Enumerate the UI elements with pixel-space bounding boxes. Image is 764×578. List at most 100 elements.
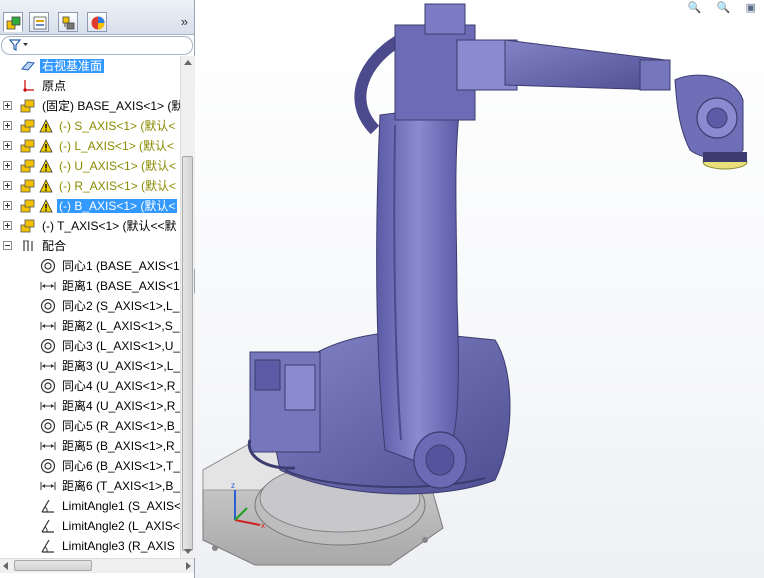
concentric-icon <box>40 298 56 314</box>
tree-item-label: 距离3 (U_AXIS<1>,L_ <box>62 359 180 373</box>
tree-item[interactable]: 右视基准面 <box>0 56 180 76</box>
part-icon <box>20 138 36 154</box>
part-icon <box>20 98 36 114</box>
expand-icon[interactable] <box>3 201 12 210</box>
tree-item-label: (-) S_AXIS<1> (默认< <box>59 119 176 133</box>
vertical-scroll-thumb[interactable] <box>182 156 193 551</box>
tree-item[interactable]: 距离4 (U_AXIS<1>,R_ <box>0 396 180 416</box>
tree-item[interactable]: (-) B_AXIS<1> (默认< <box>0 196 180 216</box>
expand-icon[interactable] <box>3 221 12 230</box>
expand-icon[interactable] <box>3 101 12 110</box>
display-manager-tab[interactable] <box>87 12 107 32</box>
t-axis-flange[interactable] <box>702 152 748 170</box>
tree-item[interactable]: (-) S_AXIS<1> (默认< <box>0 116 180 136</box>
distance-icon <box>40 478 56 494</box>
tree-item[interactable]: 同心1 (BASE_AXIS<1 <box>0 256 180 276</box>
part-icon <box>20 118 36 134</box>
concentric-icon <box>40 418 56 434</box>
tree-item-label: (-) B_AXIS<1> (默认< <box>57 199 178 213</box>
u-axis-housing[interactable] <box>394 3 518 121</box>
collapse-icon[interactable] <box>3 241 12 250</box>
tree-item-label: LimitAngle1 (S_AXIS< <box>62 499 180 513</box>
warning-icon <box>39 179 55 195</box>
angle-icon <box>40 498 56 514</box>
origin-icon <box>20 78 36 94</box>
feature-tree: 右视基准面原点 (固定) BASE_AXIS<1> (默 (-) S_AXIS<1>… <box>0 56 180 558</box>
expand-icon[interactable] <box>3 181 12 190</box>
tree-item[interactable]: LimitAngle2 (L_AXIS< <box>0 516 180 536</box>
tree-item[interactable]: 距离2 (L_AXIS<1>,S_ <box>0 316 180 336</box>
warning-icon <box>39 199 55 215</box>
plane-icon <box>20 58 36 74</box>
tree-item-label: 同心2 (S_AXIS<1>,L_ <box>62 299 180 313</box>
tree-vertical-scrollbar[interactable] <box>180 56 195 558</box>
concentric-icon <box>40 338 56 354</box>
expand-icon[interactable] <box>3 121 12 130</box>
distance-icon <box>40 358 56 374</box>
tree-item[interactable]: 同心5 (R_AXIS<1>,B_ <box>0 416 180 436</box>
tree-item[interactable]: 距离3 (U_AXIS<1>,L_ <box>0 356 180 376</box>
tree-item-label: (-) R_AXIS<1> (默认< <box>59 179 177 193</box>
tree-item[interactable]: 同心4 (U_AXIS<1>,R_ <box>0 376 180 396</box>
property-manager-tab[interactable] <box>29 12 49 32</box>
tree-item-label: 同心1 (BASE_AXIS<1 <box>62 259 180 273</box>
robot-model: z x <box>202 3 748 566</box>
tree-item-label: 同心6 (B_AXIS<1>,T_ <box>62 459 180 473</box>
manager-tabs: » <box>0 0 194 35</box>
tree-item[interactable]: 原点 <box>0 76 180 96</box>
svg-text:x: x <box>261 521 265 530</box>
tree-item-label: 同心4 (U_AXIS<1>,R_ <box>62 379 180 393</box>
tree-item-label: 同心3 (L_AXIS<1>,U_ <box>62 339 180 353</box>
tree-item[interactable]: (-) R_AXIS<1> (默认< <box>0 176 180 196</box>
tree-item-label: LimitAngle3 (R_AXIS <box>62 539 175 553</box>
tree-item[interactable]: LimitAngle1 (S_AXIS< <box>0 496 180 516</box>
tree-item-label: 距离4 (U_AXIS<1>,R_ <box>62 399 180 413</box>
distance-icon <box>40 278 56 294</box>
tree-item[interactable]: 同心2 (S_AXIS<1>,L_ <box>0 296 180 316</box>
tree-item[interactable]: (-) T_AXIS<1> (默认<<默 <box>0 216 180 236</box>
tree-item-label: LimitAngle2 (L_AXIS< <box>62 519 180 533</box>
tree-item[interactable]: (-) L_AXIS<1> (默认< <box>0 136 180 156</box>
part-icon <box>20 198 36 214</box>
scroll-up-arrow-icon[interactable] <box>184 60 192 65</box>
s-axis-motor[interactable] <box>247 351 321 470</box>
part-icon <box>20 178 36 194</box>
l-axis-arm[interactable] <box>376 104 467 489</box>
feature-manager-tab[interactable] <box>3 12 23 32</box>
tree-item[interactable]: LimitAngle3 (R_AXIS <box>0 536 180 556</box>
tree-filter-bar[interactable] <box>1 36 193 55</box>
angle-icon <box>40 518 56 534</box>
assembly-icon <box>6 16 21 30</box>
tree-item[interactable]: (固定) BASE_AXIS<1> (默 <box>0 96 180 116</box>
scroll-left-arrow-icon[interactable] <box>3 562 8 570</box>
more-tabs-chevron[interactable]: » <box>181 14 188 29</box>
tree-item-label: 配合 <box>42 239 67 253</box>
tree-item[interactable]: 配合 <box>0 236 180 256</box>
distance-icon <box>40 438 56 454</box>
feature-manager-panel: » 右视基准面原点 (固定) BASE_AXIS<1> (默 (-) S_AXIS<… <box>0 0 195 578</box>
scroll-down-arrow-icon[interactable] <box>184 549 192 554</box>
tree-item-label: 距离1 (BASE_AXIS<1 <box>62 279 180 293</box>
tree-item[interactable]: 距离6 (T_AXIS<1>,B_ <box>0 476 180 496</box>
distance-icon <box>40 398 56 414</box>
tree-item[interactable]: 距离5 (B_AXIS<1>,R_ <box>0 436 180 456</box>
property-icon <box>33 16 47 30</box>
part-icon <box>20 158 36 174</box>
b-axis-wrist[interactable] <box>674 74 744 159</box>
scroll-right-arrow-icon[interactable] <box>186 562 191 570</box>
r-axis-forearm[interactable] <box>504 39 671 91</box>
tree-item[interactable]: 同心3 (L_AXIS<1>,U_ <box>0 336 180 356</box>
part-icon <box>20 218 36 234</box>
tree-item-label: 距离2 (L_AXIS<1>,S_ <box>62 319 180 333</box>
tree-item[interactable]: 同心6 (B_AXIS<1>,T_ <box>0 456 180 476</box>
configuration-manager-tab[interactable] <box>58 12 78 32</box>
tree-item[interactable]: 距离1 (BASE_AXIS<1 <box>0 276 180 296</box>
tree-item-label: 原点 <box>42 79 67 93</box>
expand-icon[interactable] <box>3 141 12 150</box>
filter-icon <box>8 39 28 51</box>
tree-item[interactable]: (-) U_AXIS<1> (默认< <box>0 156 180 176</box>
tree-horizontal-scrollbar[interactable] <box>0 558 194 573</box>
graphics-viewport[interactable]: 🔍 🔍 ▣ z x <box>195 0 764 578</box>
expand-icon[interactable] <box>3 161 12 170</box>
horizontal-scroll-thumb[interactable] <box>14 560 92 571</box>
